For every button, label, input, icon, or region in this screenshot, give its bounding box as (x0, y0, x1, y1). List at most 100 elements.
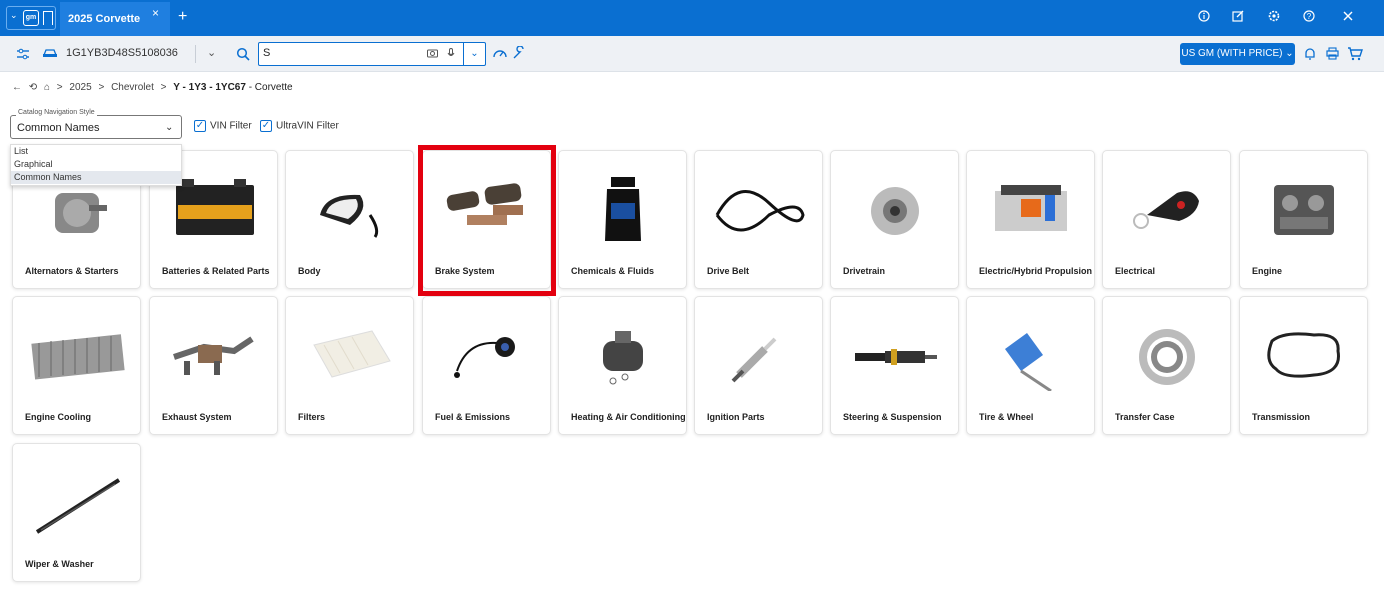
category-card-drivetrain[interactable]: Drivetrain (830, 150, 959, 289)
category-label: Brake System (435, 266, 495, 276)
search-options-chevron-icon[interactable]: ⌄ (463, 43, 485, 65)
breadcrumb-year[interactable]: 2025 (69, 82, 91, 93)
info-icon[interactable] (1198, 10, 1210, 22)
category-card-heating-air-conditioning[interactable]: Heating & Air Conditioning (558, 296, 687, 435)
tab-2025-corvette[interactable]: 2025 Corvette × (60, 2, 170, 36)
category-card-filters[interactable]: Filters (285, 296, 414, 435)
electrical-image (1133, 191, 1199, 229)
category-label: Transfer Case (1115, 412, 1175, 422)
vin-value[interactable]: 1G1YB3D48S5108036 (66, 47, 178, 59)
category-card-transmission[interactable]: Transmission (1239, 296, 1368, 435)
breadcrumb-separator: > (160, 82, 167, 93)
breadcrumb-model: Y - 1Y3 - 1YC67 - Corvette (173, 82, 292, 93)
filter-sliders-icon[interactable] (16, 47, 30, 61)
divider (195, 45, 196, 63)
home-icon[interactable]: ⌂ (44, 82, 50, 93)
breadcrumb-separator: > (98, 82, 105, 93)
vin-toolbar: 1G1YB3D48S5108036 ⌄ S ⌄ US GM (WITH PRIC… (0, 36, 1384, 72)
wrench-icon[interactable] (512, 46, 526, 60)
drive-belt-image (715, 190, 805, 232)
help-icon[interactable]: ? (1303, 10, 1315, 22)
category-label: Engine Cooling (25, 412, 91, 422)
engine-image (1274, 185, 1334, 235)
dropdown-option-list[interactable]: List (11, 145, 181, 158)
nav-style-legend: Catalog Navigation Style (16, 109, 97, 116)
category-card-brake-system[interactable]: Brake System (422, 150, 551, 289)
search-input[interactable]: S (263, 47, 270, 59)
wiper-washer-image (35, 478, 121, 534)
chemicals-fluids-image (605, 177, 641, 241)
category-label: Tire & Wheel (979, 412, 1034, 422)
dropdown-option-common-names[interactable]: Common Names (11, 171, 181, 184)
nav-style-value: Common Names (17, 122, 100, 134)
breadcrumb-make[interactable]: Chevrolet (111, 82, 154, 93)
category-card-fuel-emissions[interactable]: Fuel & Emissions (422, 296, 551, 435)
edit-icon[interactable] (1232, 10, 1244, 22)
print-icon[interactable] (1326, 47, 1339, 60)
bell-icon[interactable] (1304, 47, 1316, 60)
cart-icon[interactable] (1347, 46, 1363, 61)
vin-filter-label: VIN Filter (210, 120, 252, 132)
engine-cooling-image (31, 334, 125, 380)
category-card-steering-suspension[interactable]: Steering & Suspension (830, 296, 959, 435)
category-label: Chemicals & Fluids (571, 266, 655, 276)
ultravin-filter-label: UltraVIN Filter (276, 120, 339, 132)
category-card-exhaust-system[interactable]: Exhaust System (149, 296, 278, 435)
ultravin-filter-checkbox[interactable]: ✓ UltraVIN Filter (260, 120, 339, 132)
close-icon[interactable] (1342, 10, 1354, 22)
search-field[interactable]: S ⌄ (258, 42, 486, 66)
history-icon[interactable]: ⟲ (29, 82, 37, 93)
category-card-transfer-case[interactable]: Transfer Case (1102, 296, 1231, 435)
catalog-select-button[interactable]: US GM (WITH PRICE) ⌄ (1180, 43, 1295, 65)
category-card-engine[interactable]: Engine (1239, 150, 1368, 289)
category-card-electrical[interactable]: Electrical (1102, 150, 1231, 289)
category-card-body[interactable]: Body (285, 150, 414, 289)
category-card-drive-belt[interactable]: Drive Belt (694, 150, 823, 289)
category-label: Batteries & Related Parts (162, 266, 270, 276)
transfer-case-image (1139, 329, 1195, 385)
checkmark-icon: ✓ (194, 120, 206, 132)
chevron-down-icon: ⌄ (165, 122, 174, 133)
vin-filter-checkbox[interactable]: ✓ VIN Filter (194, 120, 252, 132)
category-label: Body (298, 266, 321, 276)
ignition-parts-image (731, 337, 777, 383)
bookmark-icon[interactable] (43, 11, 53, 25)
settings-icon[interactable] (1268, 10, 1280, 22)
category-label: Electric/Hybrid Propulsion (979, 266, 1093, 276)
filters-image (313, 330, 391, 378)
vin-dropdown-chevron-icon[interactable]: ⌄ (207, 46, 216, 59)
body-image (320, 194, 379, 238)
camera-icon[interactable] (427, 48, 438, 58)
nav-style-dropdown: List Graphical Common Names (10, 144, 182, 186)
exhaust-system-image (173, 336, 254, 375)
new-tab-button[interactable]: + (178, 8, 187, 26)
title-bar: ⌄ gm 2025 Corvette × + ? (0, 0, 1384, 36)
speedometer-icon[interactable] (492, 46, 508, 60)
category-card-wiper-washer[interactable]: Wiper & Washer (12, 443, 141, 582)
category-card-ignition-parts[interactable]: Ignition Parts (694, 296, 823, 435)
dropdown-option-graphical[interactable]: Graphical (11, 158, 181, 171)
app-menu-button[interactable]: ⌄ gm (6, 6, 56, 30)
category-card-engine-cooling[interactable]: Engine Cooling (12, 296, 141, 435)
category-label: Steering & Suspension (843, 412, 942, 422)
category-label: Alternators & Starters (25, 266, 119, 276)
category-label: Engine (1252, 266, 1283, 276)
category-label: Filters (298, 412, 326, 422)
category-label: Fuel & Emissions (435, 412, 511, 422)
close-tab-icon[interactable]: × (152, 6, 159, 20)
chevron-down-icon: ⌄ (10, 10, 18, 20)
category-card-tire-wheel[interactable]: Tire & Wheel (966, 296, 1095, 435)
search-icon[interactable] (236, 47, 250, 61)
microphone-icon[interactable] (447, 48, 455, 59)
category-card-electric-hybrid-propulsion[interactable]: Electric/Hybrid Propulsion (966, 150, 1095, 289)
back-arrow-icon[interactable]: ← (12, 82, 22, 93)
transmission-image (1267, 332, 1340, 378)
category-label: Drivetrain (843, 266, 886, 276)
category-card-chemicals-fluids[interactable]: Chemicals & Fluids (558, 150, 687, 289)
category-label: Transmission (1252, 412, 1311, 422)
breadcrumb-separator: > (56, 82, 63, 93)
car-icon[interactable] (42, 46, 58, 60)
catalog-navigation-style-select[interactable]: Catalog Navigation Style Common Names ⌄ (10, 109, 182, 139)
category-label: Electrical (1115, 266, 1156, 276)
category-label: Exhaust System (162, 412, 232, 422)
